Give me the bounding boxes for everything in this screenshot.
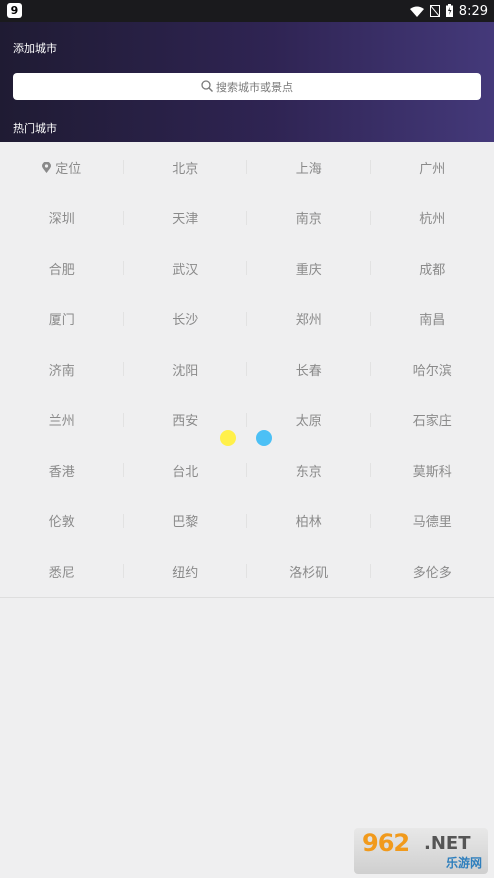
city-item[interactable]: 郑州 — [247, 294, 371, 345]
city-item[interactable]: 兰州 — [0, 395, 124, 446]
location-pin-icon — [42, 161, 52, 173]
header: 9 8:29 添加城市 搜索城市或景点 热门城市 — [0, 0, 494, 142]
hot-cities-label: 热门城市 — [13, 122, 57, 135]
city-item[interactable]: 伦敦 — [0, 496, 124, 547]
city-item[interactable]: 上海 — [247, 142, 371, 193]
city-item[interactable]: 重庆 — [247, 243, 371, 294]
city-item[interactable]: 天津 — [124, 193, 248, 244]
city-item[interactable]: 台北 — [124, 445, 248, 496]
city-item[interactable]: 合肥 — [0, 243, 124, 294]
watermark-logo: 962 .NET 乐游网 — [354, 828, 488, 874]
city-item[interactable]: 多伦多 — [371, 546, 494, 597]
city-item[interactable]: 厦门 — [0, 294, 124, 345]
city-locate[interactable]: 定位 — [0, 142, 124, 193]
city-item[interactable]: 长春 — [247, 344, 371, 395]
city-item[interactable]: 莫斯科 — [371, 445, 494, 496]
city-item[interactable]: 马德里 — [371, 496, 494, 547]
city-item[interactable]: 石家庄 — [371, 395, 494, 446]
city-item[interactable]: 巴黎 — [124, 496, 248, 547]
city-item[interactable]: 深圳 — [0, 193, 124, 244]
city-item[interactable]: 柏林 — [247, 496, 371, 547]
status-time: 8:29 — [458, 3, 488, 19]
touch-indicator-dot — [256, 430, 272, 446]
touch-indicator-dot — [220, 430, 236, 446]
city-item[interactable]: 纽约 — [124, 546, 248, 597]
city-item[interactable]: 哈尔滨 — [371, 344, 494, 395]
page-title: 添加城市 — [13, 42, 57, 55]
city-item[interactable]: 洛杉矶 — [247, 546, 371, 597]
watermark-subtitle: 乐游网 — [445, 856, 482, 870]
city-item[interactable]: 广州 — [371, 142, 494, 193]
search-placeholder: 搜索城市或景点 — [216, 80, 293, 94]
city-item[interactable]: 沈阳 — [124, 344, 248, 395]
city-item[interactable]: 南昌 — [371, 294, 494, 345]
no-signal-icon — [429, 2, 441, 21]
search-icon — [201, 77, 213, 96]
watermark-suffix: .NET — [424, 833, 471, 854]
city-item[interactable]: 杭州 — [371, 193, 494, 244]
city-item[interactable]: 悉尼 — [0, 546, 124, 597]
city-item[interactable]: 北京 — [124, 142, 248, 193]
city-item[interactable]: 武汉 — [124, 243, 248, 294]
wifi-icon — [409, 2, 424, 21]
city-item[interactable]: 南京 — [247, 193, 371, 244]
search-input[interactable]: 搜索城市或景点 — [13, 73, 481, 100]
city-item[interactable]: 东京 — [247, 445, 371, 496]
app-notification-icon: 9 — [7, 3, 22, 18]
status-bar: 9 8:29 — [0, 0, 494, 22]
battery-icon — [445, 2, 453, 21]
city-label: 定位 — [55, 161, 82, 177]
city-item[interactable]: 长沙 — [124, 294, 248, 345]
watermark-number: 962 — [362, 829, 410, 857]
city-item[interactable]: 济南 — [0, 344, 124, 395]
hot-cities-grid: 定位 北京 上海 广州 深圳 天津 南京 杭州 合肥 武汉 重庆 成都 厦门 长… — [0, 142, 494, 598]
city-item[interactable]: 香港 — [0, 445, 124, 496]
city-item[interactable]: 成都 — [371, 243, 494, 294]
